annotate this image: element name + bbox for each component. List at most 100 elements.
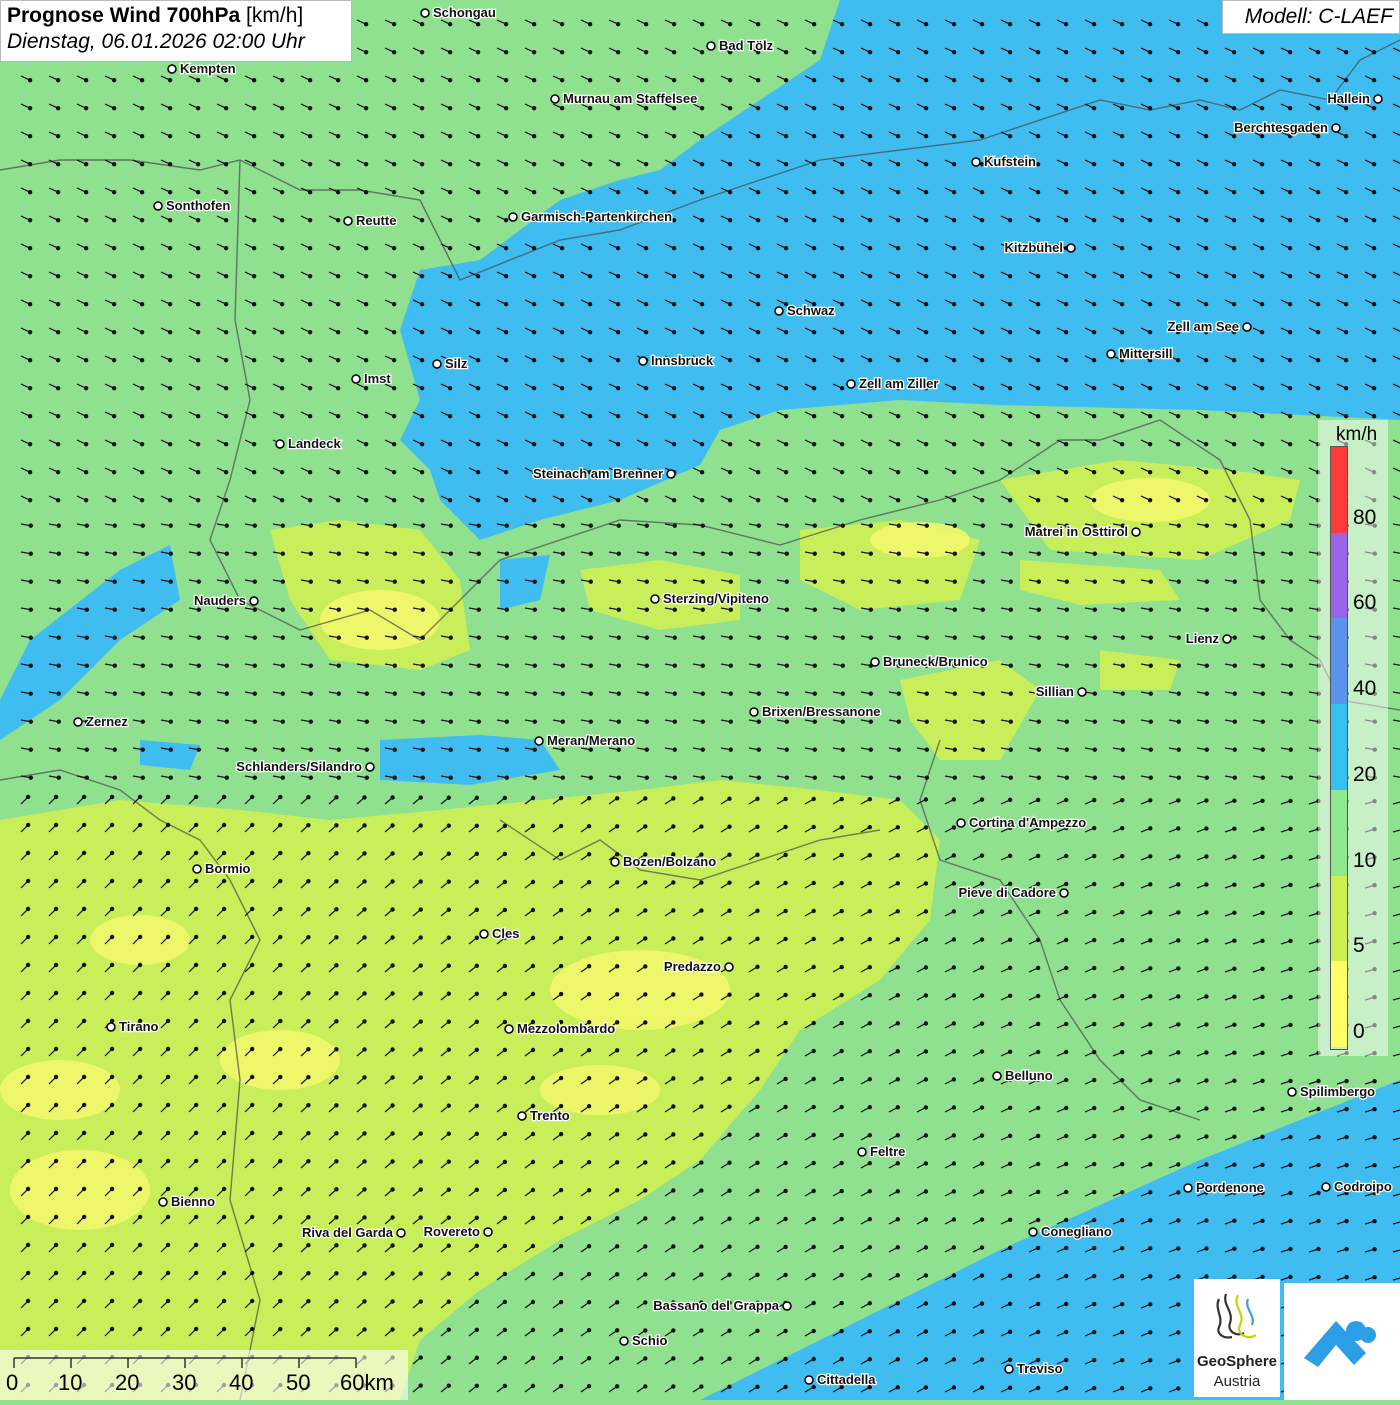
wind-arrow-head <box>1317 415 1320 418</box>
wind-arrow-head <box>223 1047 226 1050</box>
wind-arrow-head <box>307 936 310 939</box>
wind-arrow-head <box>197 387 200 390</box>
wind-arrow-head <box>1205 608 1208 611</box>
wind-arrow-head <box>335 824 338 827</box>
wind-arrow-head <box>421 163 424 166</box>
wind-arrow-head <box>1177 107 1180 110</box>
wind-arrow-head <box>953 720 956 723</box>
wind-arrow-head <box>588 1329 591 1332</box>
wind-arrow-head <box>728 1077 731 1080</box>
wind-arrow-head <box>1009 938 1012 941</box>
wind-arrow-head <box>589 163 592 166</box>
wind-arrow-head <box>588 1133 591 1136</box>
wind-arrow-head <box>952 854 955 857</box>
wind-arrow-head <box>1233 1107 1236 1110</box>
wind-arrow-head <box>869 219 872 222</box>
wind-arrow-head <box>560 881 563 884</box>
wind-arrow-head <box>447 1020 450 1023</box>
wind-arrow-head <box>83 1131 86 1134</box>
wind-arrow-head <box>1009 1022 1012 1025</box>
wind-arrow-head <box>616 797 619 800</box>
wind-arrow-head <box>253 191 256 194</box>
wind-arrow-head <box>981 720 984 723</box>
wind-arrow-head <box>421 23 424 26</box>
wind-arrow-head <box>503 964 506 967</box>
wind-arrow-head <box>475 1244 478 1247</box>
wind-arrow-head <box>673 247 676 250</box>
wind-arrow-head <box>111 1103 114 1106</box>
wind-arrow-head <box>279 880 282 883</box>
wind-arrow-head <box>503 1132 506 1135</box>
wind-arrow-head <box>253 636 256 639</box>
wind-arrow-head <box>253 471 256 474</box>
wind-arrow-head <box>475 880 478 883</box>
wind-arrow-head <box>1009 692 1012 695</box>
wind-arrow-head <box>365 387 368 390</box>
wind-arrow-head <box>419 1216 422 1219</box>
wind-arrow-head <box>1121 51 1124 54</box>
wind-arrow-head <box>588 1385 591 1388</box>
wind-arrow-head <box>1289 415 1292 418</box>
wind-arrow-head <box>1121 1275 1124 1278</box>
wind-arrow-head <box>1289 219 1292 222</box>
wind-arrow-head <box>701 499 704 502</box>
wind-arrow-head <box>477 359 480 362</box>
wind-arrow-head <box>813 415 816 418</box>
wind-arrow-head <box>197 135 200 138</box>
wind-arrow-head <box>980 1274 983 1277</box>
wind-arrow-head <box>1177 135 1180 138</box>
wind-arrow-head <box>1149 827 1152 830</box>
wind-arrow-head <box>952 938 955 941</box>
wind-arrow-head <box>309 303 312 306</box>
wind-arrow-head <box>1065 910 1068 913</box>
wind-arrow-head <box>1037 552 1040 555</box>
wind-arrow-head <box>840 798 843 801</box>
wind-arrow-head <box>1093 499 1096 502</box>
wind-arrow-head <box>1009 524 1012 527</box>
wind-arrow-head <box>840 826 843 829</box>
wind-arrow-head <box>391 1076 394 1079</box>
wind-arrow-head <box>1121 608 1124 611</box>
wind-arrow-head <box>503 1328 506 1331</box>
wind-arrow-head <box>1009 720 1012 723</box>
wind-arrow-head <box>27 963 30 966</box>
wind-arrow-head <box>1037 359 1040 362</box>
wind-arrow-head <box>309 664 312 667</box>
wind-arrow-head <box>560 1133 563 1136</box>
wind-arrow-head <box>924 854 927 857</box>
wind-arrow-head <box>1093 1359 1096 1362</box>
wind-arrow-head <box>29 107 32 110</box>
wind-arrow-head <box>561 135 564 138</box>
wind-arrow-head <box>645 748 648 751</box>
wind-arrow-head <box>1233 580 1236 583</box>
wind-arrow-head <box>1289 580 1292 583</box>
wind-arrow-head <box>980 1050 983 1053</box>
wind-arrow-head <box>85 471 88 474</box>
wind-arrow-head <box>197 692 200 695</box>
wind-arrow-head <box>589 580 592 583</box>
wind-arrow-head <box>197 636 200 639</box>
wind-arrow-head <box>309 499 312 502</box>
wind-arrow-head <box>337 720 340 723</box>
wind-arrow-head <box>1233 107 1236 110</box>
wind-arrow-head <box>141 359 144 362</box>
wind-arrow-head <box>281 247 284 250</box>
wind-arrow-head <box>897 107 900 110</box>
wind-arrow-head <box>617 163 620 166</box>
wind-arrow-head <box>337 387 340 390</box>
wind-arrow-head <box>980 1106 983 1109</box>
wind-arrow-head <box>477 107 480 110</box>
wind-arrow-head <box>1233 1275 1236 1278</box>
wind-arrow-head <box>225 664 228 667</box>
wind-arrow-head <box>728 1245 731 1248</box>
wind-arrow-head <box>1177 1079 1180 1082</box>
wind-arrow-head <box>1121 331 1124 334</box>
wind-arrow-head <box>1121 939 1124 942</box>
wind-arrow-head <box>868 910 871 913</box>
wind-arrow-head <box>1065 580 1068 583</box>
wind-arrow-head <box>1233 939 1236 942</box>
wind-arrow-head <box>505 51 508 54</box>
wind-arrow-head <box>1065 720 1068 723</box>
wind-arrow-head <box>281 387 284 390</box>
wind-arrow-head <box>1289 331 1292 334</box>
